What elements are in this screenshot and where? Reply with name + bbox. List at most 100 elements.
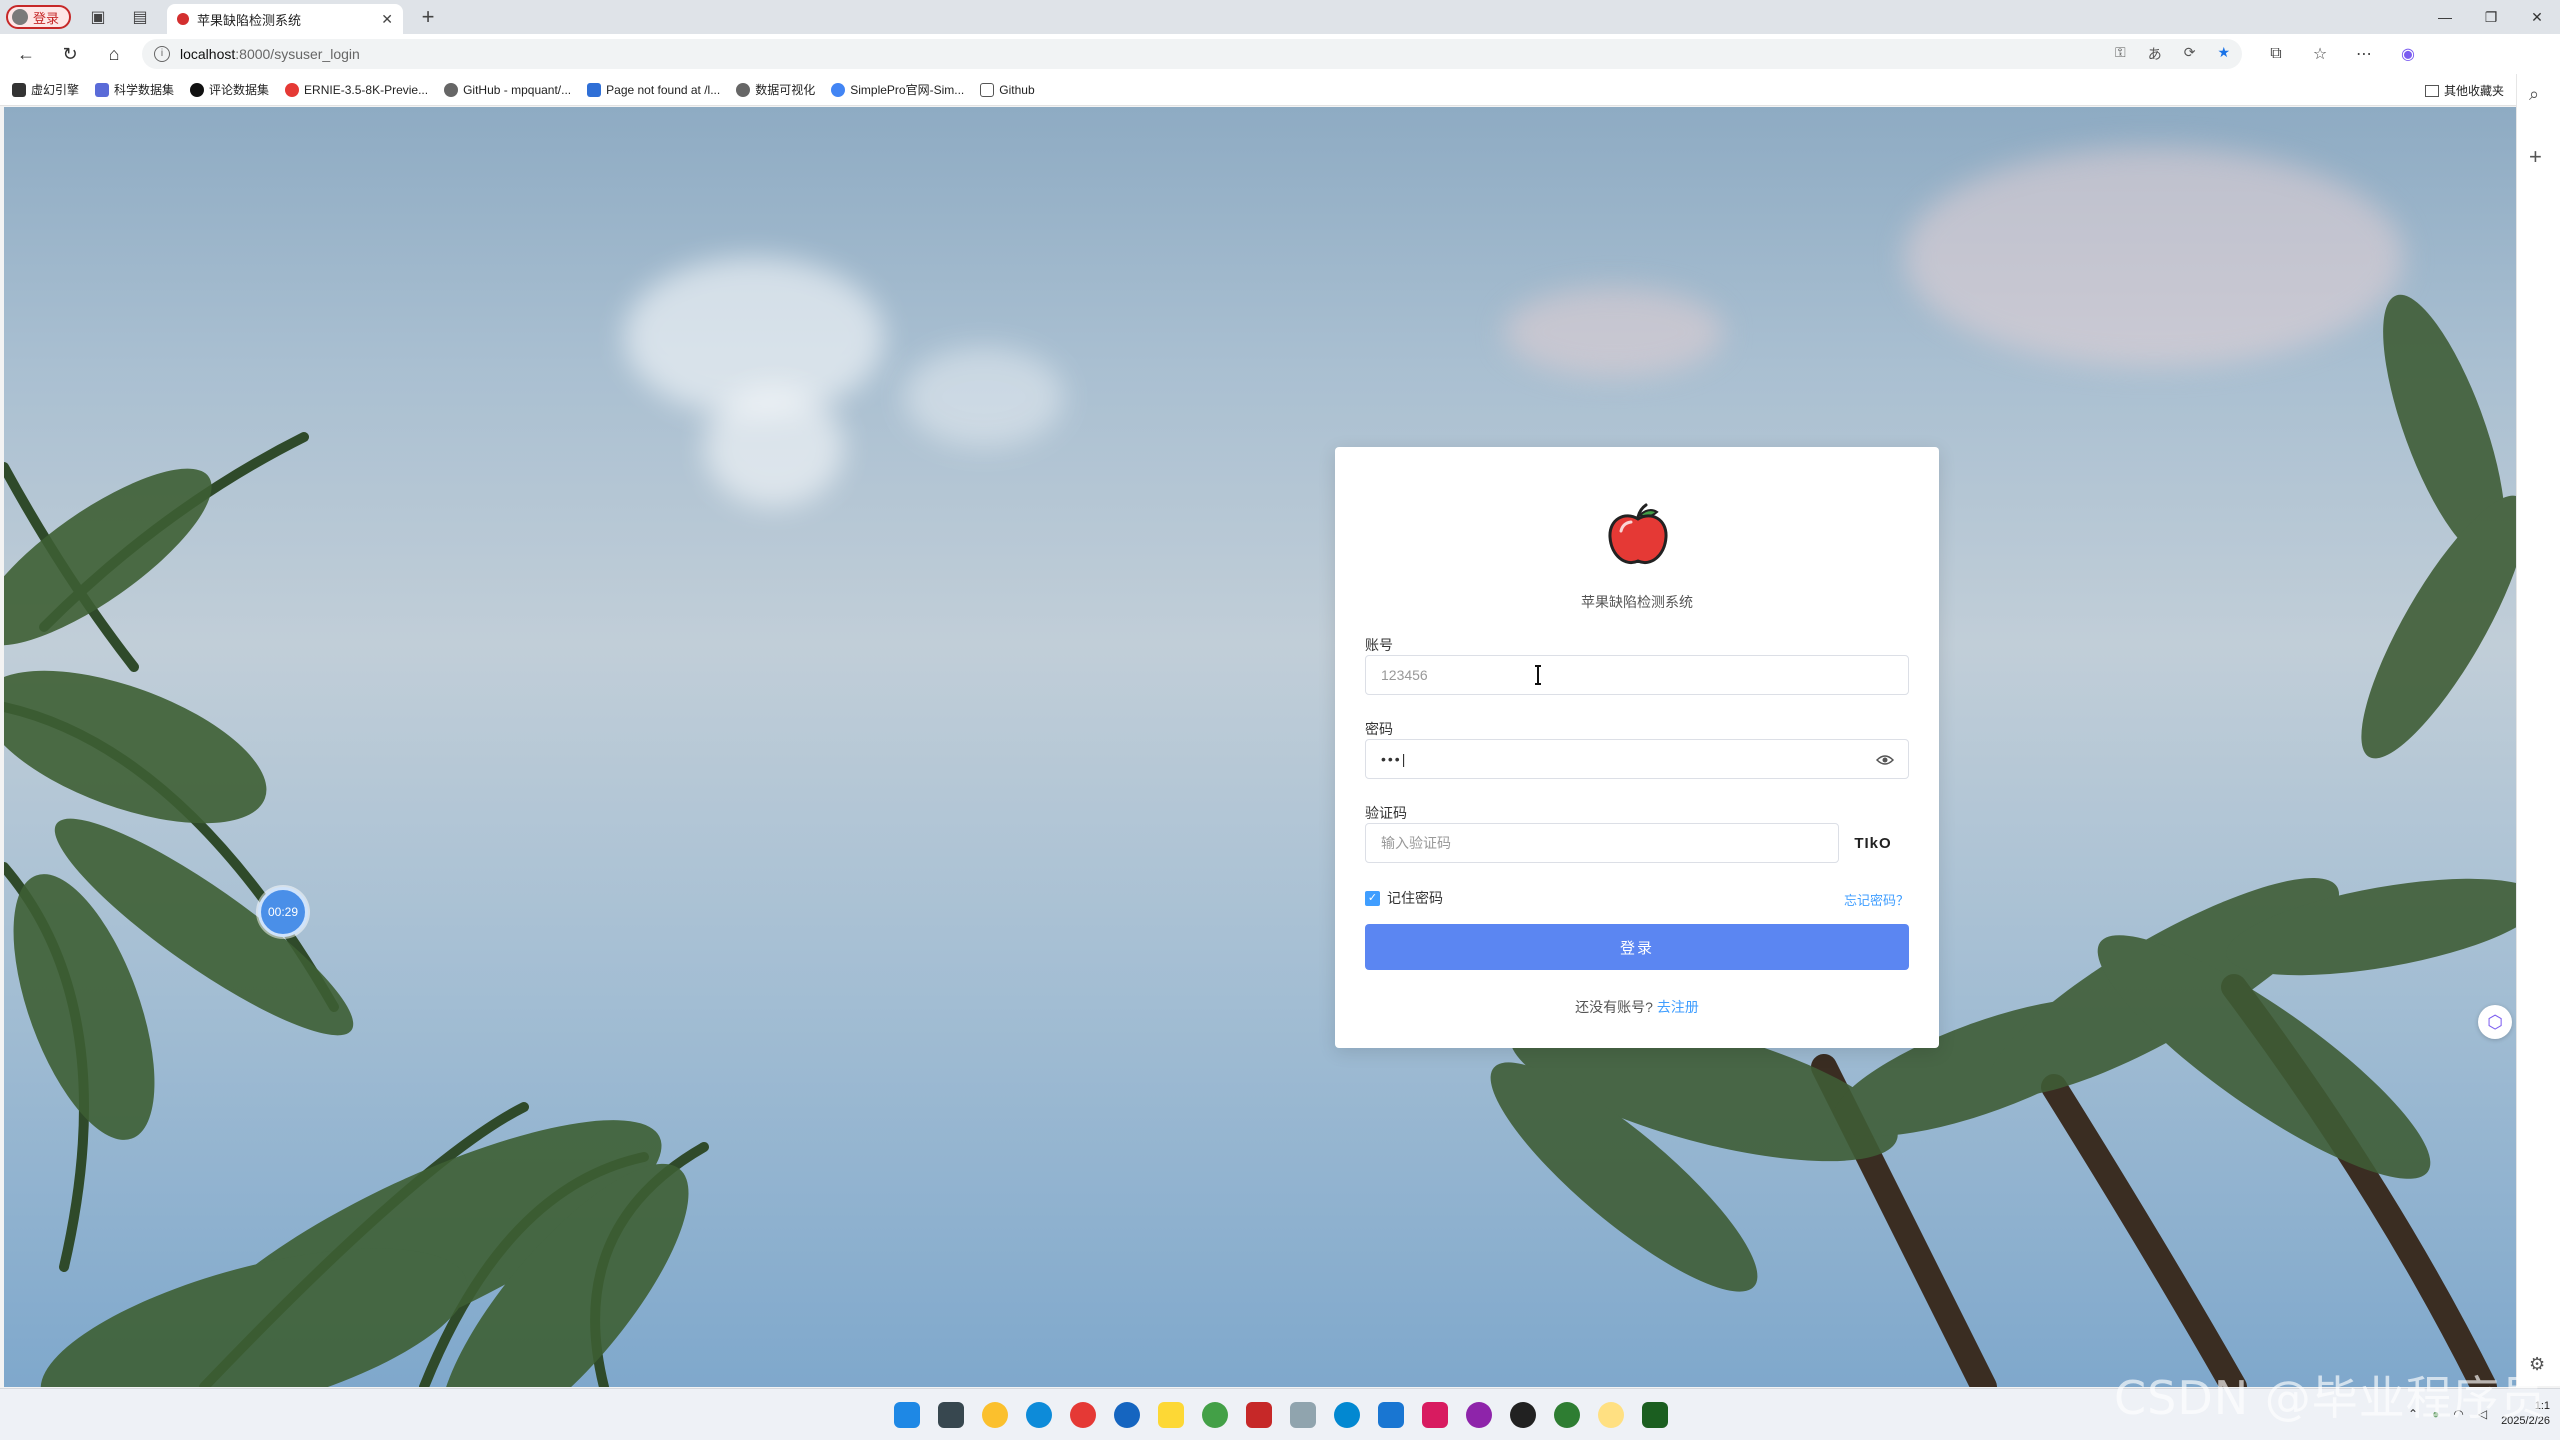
security-app-icon[interactable] bbox=[982, 1402, 1008, 1428]
no-account-text: 还没有账号? bbox=[1575, 999, 1653, 1015]
text-cursor-icon bbox=[1535, 665, 1541, 685]
url-path: :8000/sysuser_login bbox=[235, 46, 360, 62]
translate-icon[interactable]: あ bbox=[2148, 44, 2162, 64]
other-bookmarks[interactable]: 其他收藏夹 bbox=[2424, 82, 2504, 99]
bookmark-item[interactable]: GitHub - mpquant/... bbox=[444, 82, 571, 97]
reload-icon[interactable]: ↻ bbox=[52, 36, 88, 72]
bookmark-folder[interactable]: Github bbox=[980, 82, 1035, 97]
captcha-input[interactable]: 输入验证码 bbox=[1365, 823, 1839, 863]
forgot-password-link[interactable]: 忘记密码？ bbox=[1844, 890, 1909, 909]
more-menu-icon[interactable]: ⋯ bbox=[2348, 38, 2380, 70]
app-icon[interactable] bbox=[1598, 1402, 1624, 1428]
profile-button[interactable]: 登录 bbox=[6, 5, 72, 29]
folder-icon[interactable] bbox=[1158, 1402, 1184, 1428]
bookmark-icon bbox=[831, 82, 846, 97]
django-icon bbox=[587, 82, 602, 97]
site-info-icon[interactable]: i bbox=[154, 46, 170, 62]
profile-label: 登录 bbox=[33, 10, 60, 26]
tab-title: 苹果缺陷检测系统 bbox=[197, 12, 302, 28]
side-panel: ⌕ + ⚙ bbox=[2516, 74, 2560, 1386]
tab-favicon-icon bbox=[177, 13, 190, 25]
extensions-icon[interactable]: ⧉ bbox=[2260, 38, 2292, 70]
qq-icon[interactable] bbox=[1510, 1402, 1536, 1428]
file-explorer-icon[interactable] bbox=[938, 1402, 964, 1428]
tab-actions-icon[interactable]: ▤ bbox=[125, 2, 155, 32]
app-icon[interactable] bbox=[1114, 1402, 1140, 1428]
apple-logo-icon bbox=[1608, 503, 1668, 564]
close-window-icon[interactable]: ✕ bbox=[2514, 0, 2560, 34]
account-label: 账号 bbox=[1365, 637, 1393, 653]
bookmark-item[interactable]: 数据可视化 bbox=[736, 81, 815, 98]
captcha-image[interactable]: TIkO bbox=[1838, 823, 1908, 863]
app-icon[interactable] bbox=[1290, 1402, 1316, 1428]
bookmark-item[interactable]: ERNIE-3.5-8K-Previe... bbox=[285, 82, 428, 97]
app-icon[interactable] bbox=[1246, 1402, 1272, 1428]
folder-icon bbox=[2424, 84, 2439, 97]
copilot-float-icon[interactable]: ⬡ bbox=[2478, 1005, 2512, 1039]
github-icon bbox=[190, 82, 205, 97]
refresh-page-icon[interactable]: ⟳ bbox=[2184, 44, 2196, 64]
palm-trees-illustration bbox=[4, 294, 2516, 1387]
app-icon[interactable] bbox=[1334, 1402, 1360, 1428]
password-input[interactable]: •••| bbox=[1365, 739, 1909, 779]
edge-browser-icon[interactable] bbox=[1026, 1402, 1052, 1428]
globe-icon bbox=[444, 82, 459, 97]
add-icon[interactable]: + bbox=[2529, 144, 2542, 170]
workspaces-icon[interactable]: ▣ bbox=[83, 2, 113, 32]
minimize-icon[interactable]: — bbox=[2422, 0, 2468, 34]
back-icon[interactable]: ← bbox=[8, 36, 44, 72]
login-card: 苹果缺陷检测系统 账号 123456 密码 •••| 验证码 输入验证码 TIk… bbox=[1335, 447, 1939, 1048]
favorites-icon[interactable]: ☆ bbox=[2304, 38, 2336, 70]
address-toolbar: ← ↻ ⌂ i localhost :8000/sysuser_login ⚿ … bbox=[0, 34, 2560, 74]
app-icon[interactable] bbox=[1466, 1402, 1492, 1428]
system-name: 苹果缺陷检测系统 bbox=[1581, 594, 1693, 610]
address-input[interactable]: i localhost :8000/sysuser_login ⚿ あ ⟳ ★ bbox=[142, 39, 2242, 69]
bookmark-item[interactable]: 科学数据集 bbox=[95, 81, 174, 98]
app-icon[interactable] bbox=[1554, 1402, 1580, 1428]
restore-icon[interactable]: ❐ bbox=[2468, 0, 2514, 34]
window-controls: — ❐ ✕ bbox=[2422, 0, 2560, 34]
bookmark-icon bbox=[285, 82, 300, 97]
home-icon[interactable]: ⌂ bbox=[96, 36, 132, 72]
bookmark-icon bbox=[12, 82, 26, 97]
tab-active[interactable]: 苹果缺陷检测系统 ✕ bbox=[167, 4, 404, 34]
register-link[interactable]: 去注册 bbox=[1657, 999, 1699, 1015]
account-input[interactable]: 123456 bbox=[1365, 655, 1909, 695]
bookmark-item[interactable]: 评论数据集 bbox=[190, 81, 269, 98]
tab-close-icon[interactable]: ✕ bbox=[381, 11, 393, 28]
globe-icon bbox=[736, 82, 751, 97]
windows-start-icon[interactable] bbox=[894, 1402, 920, 1428]
folder-icon bbox=[980, 82, 995, 97]
copilot-icon[interactable]: ◉ bbox=[2392, 38, 2424, 70]
csdn-watermark: CSDN @毕业程序员 bbox=[2114, 1371, 2547, 1425]
browser-tab-bar: 登录 ▣ ▤ 苹果缺陷检测系统 ✕ + — ❐ ✕ bbox=[0, 0, 2560, 34]
page-background: 苹果缺陷检测系统 账号 123456 密码 •••| 验证码 输入验证码 TIk… bbox=[4, 107, 2516, 1387]
favorite-star-icon[interactable]: ★ bbox=[2217, 44, 2230, 64]
login-button[interactable]: 登录 bbox=[1365, 924, 1909, 970]
key-icon[interactable]: ⚿ bbox=[2115, 44, 2126, 64]
recording-timer[interactable]: 00:29 bbox=[258, 887, 308, 937]
bookmark-item[interactable]: 虚幻引擎 bbox=[12, 81, 79, 98]
password-value: •••| bbox=[1381, 751, 1408, 767]
pycharm-icon[interactable] bbox=[1642, 1402, 1668, 1428]
bookmark-item[interactable]: SimplePro官网-Sim... bbox=[831, 81, 964, 98]
password-label: 密码 bbox=[1365, 721, 1393, 737]
profile-avatar-icon bbox=[12, 9, 28, 25]
bookmark-icon bbox=[95, 82, 110, 97]
signup-prompt: 还没有账号? 去注册 bbox=[1335, 997, 1939, 1017]
url-icons: ⚿ あ ⟳ ★ bbox=[2115, 44, 2230, 64]
remember-label: 记住密码 bbox=[1387, 890, 1443, 906]
url-host: localhost bbox=[180, 46, 236, 62]
checkbox-checked-icon[interactable]: ✓ bbox=[1365, 890, 1380, 906]
bookmark-item[interactable]: Page not found at /l... bbox=[587, 82, 720, 97]
bookmarks-bar: 虚幻引擎 科学数据集 评论数据集 ERNIE-3.5-8K-Previe... … bbox=[0, 74, 2560, 106]
remember-password[interactable]: ✓ 记住密码 bbox=[1365, 888, 1443, 908]
captcha-label: 验证码 bbox=[1365, 805, 1407, 821]
vscode-icon[interactable] bbox=[1378, 1402, 1404, 1428]
wechat-icon[interactable] bbox=[1202, 1402, 1228, 1428]
app-icon[interactable] bbox=[1422, 1402, 1448, 1428]
show-password-eye-icon[interactable] bbox=[1876, 751, 1894, 769]
new-tab-button[interactable]: + bbox=[413, 4, 443, 30]
search-icon[interactable]: ⌕ bbox=[2529, 84, 2539, 105]
chrome-icon[interactable] bbox=[1070, 1402, 1096, 1428]
